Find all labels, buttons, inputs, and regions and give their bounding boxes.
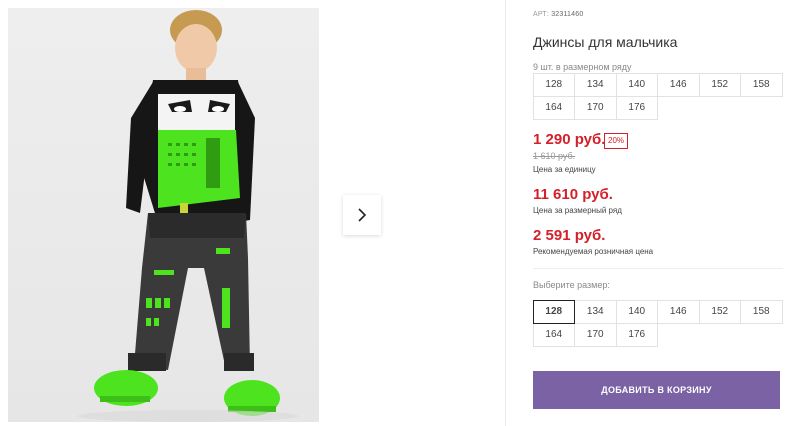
article-value: 32311460 <box>551 11 584 18</box>
size-set-cell: 164 <box>532 95 575 120</box>
unit-price-note: Цена за единицу <box>533 165 596 174</box>
column-divider <box>505 0 506 426</box>
size-set-cell: 176 <box>615 95 658 120</box>
set-price: 11 610 руб. <box>533 186 613 203</box>
size-option[interactable]: 140 <box>615 299 658 324</box>
add-to-cart-button[interactable]: ДОБАВИТЬ В КОРЗИНУ <box>533 371 780 409</box>
rrp-price: 2 591 руб. <box>533 227 606 244</box>
product-gallery <box>0 0 505 426</box>
size-option[interactable]: 170 <box>574 322 617 347</box>
size-option[interactable]: 176 <box>615 322 658 347</box>
article-label: АРТ: <box>533 11 550 18</box>
size-set-cell: 158 <box>740 72 783 97</box>
product-photo[interactable] <box>8 8 319 422</box>
discount-badge: 20% <box>604 133 629 149</box>
size-set-cell: 146 <box>657 72 700 97</box>
choose-size-label: Выберите размер: <box>533 280 610 290</box>
chevron-right-icon <box>358 208 367 222</box>
size-set-note: 9 шт. в размерном ряду <box>533 62 632 72</box>
size-option-selected[interactable]: 128 <box>532 299 575 324</box>
size-option[interactable]: 152 <box>698 299 741 324</box>
size-set-cell: 170 <box>574 95 617 120</box>
old-price: 1 610 руб. <box>533 151 576 161</box>
product-photo-illustration <box>78 10 298 422</box>
size-option[interactable]: 164 <box>532 322 575 347</box>
size-set-cell: 140 <box>615 72 658 97</box>
section-divider <box>533 268 783 269</box>
size-option[interactable]: 134 <box>574 299 617 324</box>
size-set-cell: 134 <box>574 72 617 97</box>
size-picker-grid: 128 134 140 146 152 158 164 170 176 <box>532 299 783 347</box>
set-price-note: Цена за размерный ряд <box>533 206 622 215</box>
size-option[interactable]: 146 <box>657 299 700 324</box>
article-number: АРТ: 32311460 <box>533 11 583 18</box>
size-option[interactable]: 158 <box>740 299 783 324</box>
size-set-cell: 152 <box>698 72 741 97</box>
rrp-price-note: Рекомендуемая розничная цена <box>533 247 654 256</box>
size-set-cell: 128 <box>532 72 575 97</box>
unit-price: 1 290 руб. <box>533 131 606 148</box>
next-photo-button[interactable] <box>343 195 381 235</box>
product-title: Джинсы для мальчика <box>533 34 678 50</box>
size-set-grid: 128 134 140 146 152 158 164 170 176 <box>532 72 783 120</box>
